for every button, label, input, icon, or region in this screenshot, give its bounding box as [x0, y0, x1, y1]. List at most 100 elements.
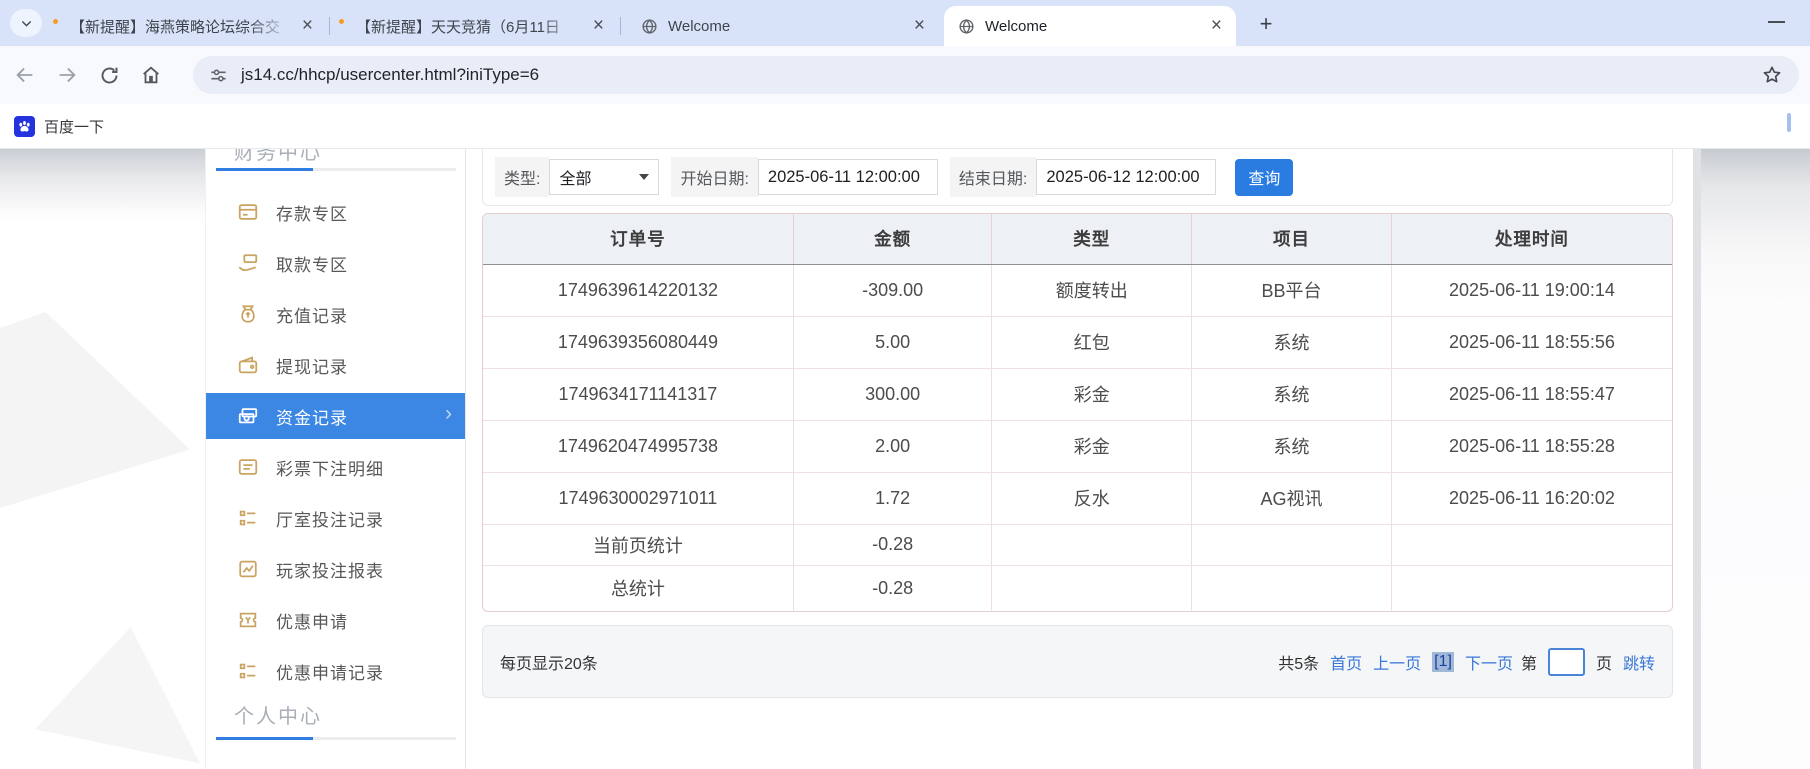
- sidebar-item-label: 存款专区: [276, 200, 348, 225]
- tab-title: 【新提醒】天天竞猜（6月11日: [356, 16, 581, 37]
- reload-button[interactable]: [92, 58, 126, 92]
- current-page-indicator: [1]: [1432, 652, 1454, 672]
- end-date-input[interactable]: 2025-06-12 12:00:00: [1036, 159, 1216, 195]
- back-button[interactable]: [8, 58, 42, 92]
- home-button[interactable]: [134, 58, 168, 92]
- sidebar-item-9[interactable]: 优惠申请›: [206, 597, 465, 643]
- section-underline: [216, 737, 456, 740]
- table-cell: [1391, 524, 1672, 565]
- table-header-cell: 处理时间: [1391, 214, 1672, 264]
- url-text[interactable]: js14.cc/hhcp/usercenter.html?iniType=6: [241, 65, 1761, 85]
- sidebar-item-3[interactable]: 充值记录›: [206, 291, 465, 337]
- sidebar-section-personal: 个人中心: [234, 700, 322, 729]
- table-header-cell: 项目: [1192, 214, 1392, 264]
- first-page-link[interactable]: 首页: [1330, 650, 1362, 674]
- sidebar-item-label: 充值记录: [276, 302, 348, 327]
- browser-window: 【新提醒】海燕策略论坛综合交×【新提醒】天天竞猜（6月11日×Welcome×W…: [0, 0, 1810, 769]
- prev-page-link[interactable]: 上一页: [1373, 650, 1421, 674]
- sidebar-item-7[interactable]: 厅室投注记录›: [206, 495, 465, 541]
- edge-marker: [1787, 113, 1791, 132]
- browser-tab[interactable]: 【新提醒】天天竞猜（6月11日 ×: [332, 6, 618, 46]
- site-settings-icon: [209, 66, 228, 85]
- forward-button[interactable]: [50, 58, 84, 92]
- table-cell: 2025-06-11 18:55:28: [1391, 420, 1672, 472]
- minimize-button[interactable]: [1768, 21, 1785, 23]
- jump-page-input[interactable]: [1548, 648, 1585, 676]
- sidebar-item-label: 优惠申请记录: [276, 659, 384, 684]
- table-header-cell: 订单号: [483, 214, 793, 264]
- table-cell: [1192, 565, 1392, 611]
- page-bg-band: [0, 149, 205, 224]
- page-size-text: 每页显示20条: [500, 650, 598, 674]
- browser-tab[interactable]: Welcome×: [944, 6, 1236, 46]
- sidebar-item-1[interactable]: 存款专区›: [206, 189, 465, 235]
- tab-close-icon[interactable]: ×: [910, 18, 929, 34]
- browser-tab[interactable]: Welcome ×: [627, 6, 939, 46]
- type-select-value: 全部: [559, 165, 591, 189]
- coupon-icon: [237, 609, 259, 631]
- browser-toolbar: js14.cc/hhcp/usercenter.html?iniType=6: [0, 46, 1810, 104]
- browser-tab[interactable]: 【新提醒】海燕策略论坛综合交 ×: [46, 6, 327, 46]
- sidebar-section-finance: 财务中心: [234, 149, 322, 165]
- sidebar-item-4[interactable]: 提现记录›: [206, 342, 465, 388]
- tab-search-button[interactable]: [10, 9, 42, 37]
- table-cell: 2025-06-11 18:55:56: [1391, 316, 1672, 368]
- tab-title: 【新提醒】海燕策略论坛综合交: [70, 16, 290, 37]
- tab-close-icon[interactable]: ×: [589, 18, 608, 34]
- sidebar-item-label: 玩家投注报表: [276, 557, 384, 582]
- chevron-right-icon: ›: [445, 402, 452, 426]
- query-button[interactable]: 查询: [1235, 159, 1293, 196]
- jump-suffix-label: 页: [1596, 650, 1612, 674]
- decor-triangle: [35, 627, 200, 769]
- list-items-icon: [237, 507, 259, 529]
- new-tab-button[interactable]: +: [1252, 10, 1280, 38]
- bookmark-star-icon[interactable]: [1761, 64, 1783, 86]
- start-date-input[interactable]: 2025-06-11 12:00:00: [758, 159, 938, 195]
- tab-close-icon[interactable]: ×: [298, 18, 317, 34]
- table-cell: -0.28: [793, 524, 992, 565]
- tab-title: Welcome: [668, 18, 902, 35]
- forward-icon: [56, 64, 78, 86]
- table-cell: 系统: [1192, 420, 1392, 472]
- filter-bar: 类型: 全部 开始日期: 2025-06-11 12:00:00 结束日期: 2…: [482, 149, 1673, 206]
- next-page-link[interactable]: 下一页: [1465, 650, 1513, 674]
- table-cell: 2025-06-11 18:55:47: [1391, 368, 1672, 420]
- type-label: 类型:: [495, 157, 549, 197]
- table-cell: 2.00: [793, 420, 992, 472]
- table-cell: 彩金: [992, 368, 1192, 420]
- bookmark-baidu[interactable]: 百度一下: [14, 116, 104, 137]
- report-chart-icon: [237, 558, 259, 580]
- sidebar-item-10[interactable]: 优惠申请记录›: [206, 648, 465, 694]
- table-row: 1749634171141317300.00彩金系统2025-06-11 18:…: [483, 368, 1672, 420]
- tab-strip: 【新提醒】海燕策略论坛综合交×【新提醒】天天竞猜（6月11日×Welcome×W…: [0, 0, 1810, 46]
- sidebar-item-2[interactable]: 取款专区›: [206, 240, 465, 286]
- sidebar-item-label: 资金记录: [276, 404, 348, 429]
- table-cell: [1192, 524, 1392, 565]
- table-cell: 总统计: [483, 565, 793, 611]
- sidebar-item-5[interactable]: 资金记录 ›: [206, 393, 465, 439]
- table-cell: 1.72: [793, 472, 992, 524]
- table-cell: [1391, 565, 1672, 611]
- chevron-down-icon: [20, 17, 33, 30]
- reload-icon: [99, 65, 120, 86]
- records-table: 订单号金额类型项目处理时间 1749639614220132-309.00额度转…: [483, 214, 1672, 611]
- sidebar-item-label: 优惠申请: [276, 608, 348, 633]
- sidebar-item-8[interactable]: 玩家投注报表›: [206, 546, 465, 592]
- jump-button[interactable]: 跳转: [1623, 650, 1655, 674]
- back-icon: [14, 64, 36, 86]
- sidebar-item-6[interactable]: 彩票下注明细›: [206, 444, 465, 490]
- tab-divider: [329, 17, 330, 35]
- table-cell: 1749639614220132: [483, 264, 793, 316]
- decor-triangle: [0, 312, 190, 514]
- table-cell: 1749639356080449: [483, 316, 793, 368]
- address-bar[interactable]: js14.cc/hhcp/usercenter.html?iniType=6: [193, 56, 1799, 94]
- table-cell: AG视讯: [1192, 472, 1392, 524]
- jump-prefix-label: 第: [1521, 650, 1537, 674]
- globe-icon: [641, 18, 658, 35]
- table-row: 17496300029710111.72反水AG视讯2025-06-11 16:…: [483, 472, 1672, 524]
- page-content: 财务中心 存款专区› 取款专区› 充值记录› 提现记录› 资金记录 › 彩票下注明细› 厅室投…: [0, 149, 1810, 769]
- baidu-paw-icon: [14, 116, 35, 137]
- list-doc-icon: [237, 456, 259, 478]
- type-select[interactable]: 全部: [549, 159, 659, 195]
- tab-close-icon[interactable]: ×: [1207, 18, 1226, 34]
